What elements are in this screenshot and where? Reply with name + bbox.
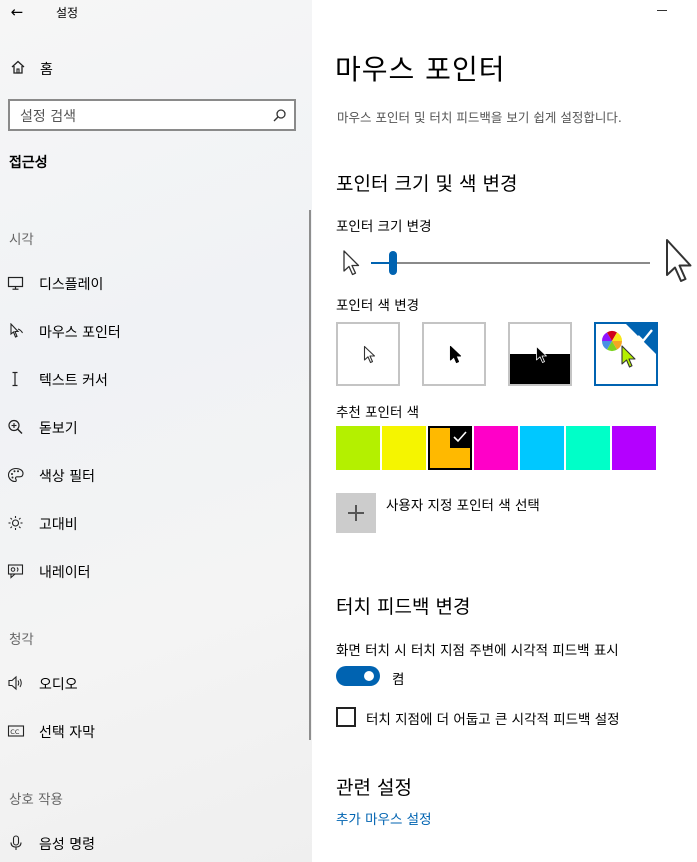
color-swatch[interactable] — [474, 426, 518, 470]
group-title-hearing: 청각 — [9, 632, 34, 648]
magnifier-icon — [8, 419, 23, 434]
sidebar-item-label: 디스플레이 — [39, 277, 104, 293]
sidebar-item-label: 고대비 — [39, 517, 78, 533]
section-title: 접근성 — [9, 155, 48, 171]
pointer-section-heading: 포인터 크기 및 색 변경 — [336, 173, 518, 195]
darker-feedback-checkbox[interactable] — [336, 707, 356, 727]
sidebar-item-magnifier[interactable]: 돋보기 — [0, 409, 312, 445]
white-pointer-icon — [363, 345, 376, 364]
touch-feedback-label: 화면 터치 시 터치 지점 주변에 시각적 피드백 표시 — [336, 643, 619, 659]
group-title-vision: 시각 — [9, 232, 34, 248]
sidebar-item-label: 돋보기 — [39, 421, 78, 437]
pointer-size-slider-thumb[interactable] — [389, 251, 398, 275]
add-custom-color-button[interactable] — [336, 493, 376, 533]
color-swatch[interactable] — [566, 426, 610, 470]
mouse-pointer-icon — [10, 323, 23, 338]
group-title-interaction: 상호 작용 — [9, 792, 63, 808]
text-cursor-icon — [12, 371, 18, 387]
sidebar-item-label: 색상 필터 — [39, 469, 95, 485]
related-settings-heading: 관련 설정 — [336, 777, 412, 799]
color-swatch[interactable] — [520, 426, 564, 470]
narrator-icon — [7, 564, 24, 579]
sidebar-item-home[interactable]: 홈 — [0, 54, 312, 82]
touch-feedback-toggle[interactable] — [336, 666, 380, 686]
pointer-color-label: 포인터 색 변경 — [336, 298, 420, 314]
toggle-state-label: 켬 — [392, 672, 405, 688]
sidebar-item-label: 텍스트 커서 — [39, 373, 108, 389]
search-input[interactable]: 설정 검색 — [8, 99, 296, 131]
touch-section-heading: 터치 피드백 변경 — [336, 596, 471, 618]
black-pointer-icon — [449, 345, 462, 364]
toggle-knob — [364, 671, 374, 681]
sidebar-item-voice-command[interactable]: 음성 명령 — [0, 825, 312, 861]
color-swatch[interactable] — [612, 426, 656, 470]
sidebar-item-label: 선택 자막 — [39, 725, 95, 741]
sidebar-item-high-contrast[interactable]: 고대비 — [0, 505, 312, 541]
sidebar: ← 설정 홈 설정 검색 접근성 시각 디스플레이 마우스 포인터 텍스트 커서… — [0, 0, 312, 862]
additional-mouse-settings-link[interactable]: 추가 마우스 설정 — [336, 808, 432, 828]
svg-text:CC: CC — [10, 728, 20, 736]
color-swatch[interactable] — [336, 426, 380, 470]
sidebar-item-color-filter[interactable]: 색상 필터 — [0, 457, 312, 493]
palette-icon — [7, 467, 24, 483]
search-icon[interactable] — [273, 109, 286, 122]
pointer-color-custom-option[interactable] — [594, 322, 658, 386]
large-pointer-icon — [666, 239, 692, 282]
checkmark-icon — [430, 428, 470, 468]
sidebar-item-label: 오디오 — [39, 677, 78, 693]
sidebar-item-mouse-pointer[interactable]: 마우스 포인터 — [0, 313, 312, 349]
pointer-color-inverted-option[interactable] — [508, 322, 572, 386]
sidebar-item-audio[interactable]: 오디오 — [0, 665, 312, 701]
sidebar-item-label: 음성 명령 — [39, 837, 95, 853]
sidebar-item-text-cursor[interactable]: 텍스트 커서 — [0, 361, 312, 397]
sidebar-item-display[interactable]: 디스플레이 — [0, 265, 312, 301]
pointer-color-black-option[interactable] — [422, 322, 486, 386]
home-icon — [11, 60, 25, 74]
pointer-size-slider[interactable] — [371, 262, 650, 264]
pointer-size-label: 포인터 크기 변경 — [336, 219, 432, 235]
app-title: 설정 — [56, 6, 79, 20]
sidebar-item-label: 홈 — [40, 62, 53, 78]
sidebar-item-narrator[interactable]: 내레이터 — [0, 553, 312, 589]
minimize-button[interactable] — [657, 10, 667, 11]
sidebar-item-label: 마우스 포인터 — [39, 325, 121, 341]
title-bar: ← 설정 — [0, 0, 312, 26]
small-pointer-icon — [343, 250, 360, 276]
speaker-icon — [8, 675, 22, 691]
sidebar-item-label: 내레이터 — [39, 565, 91, 581]
color-swatch[interactable] — [428, 426, 472, 470]
display-icon — [7, 276, 24, 290]
sun-icon — [8, 516, 23, 530]
custom-color-label: 사용자 지정 포인터 색 선택 — [386, 498, 540, 514]
page-description: 마우스 포인터 및 터치 피드백을 보기 쉽게 설정합니다. — [337, 110, 622, 125]
suggested-colors-label: 추천 포인터 색 — [336, 405, 420, 421]
search-placeholder: 설정 검색 — [20, 109, 76, 125]
pointer-color-white-option[interactable] — [336, 322, 400, 386]
darker-feedback-label: 터치 지점에 더 어둡고 큰 시각적 피드백 설정 — [366, 712, 620, 728]
back-button[interactable]: ← — [6, 2, 28, 22]
custom-pointer-preview — [602, 324, 656, 368]
scrollbar[interactable] — [309, 210, 311, 740]
color-swatch[interactable] — [382, 426, 426, 470]
captions-icon: CC — [7, 725, 25, 737]
microphone-icon — [10, 835, 22, 850]
page-title: 마우스 포인터 — [335, 53, 506, 86]
inverted-pointer-icon — [536, 346, 547, 363]
sidebar-item-captions[interactable]: CC 선택 자막 — [0, 713, 312, 749]
